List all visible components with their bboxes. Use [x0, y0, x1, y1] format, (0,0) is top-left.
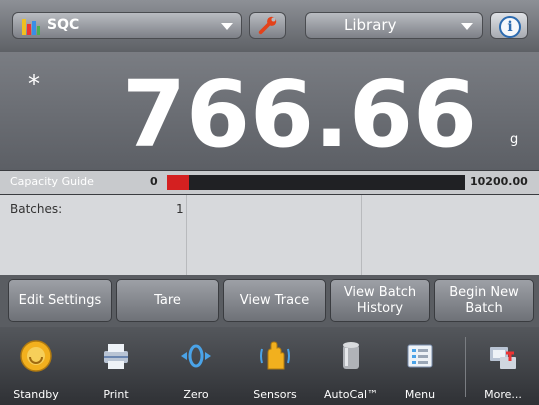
- more-button[interactable]: More...: [470, 327, 536, 405]
- standby-button[interactable]: Standby: [4, 327, 68, 405]
- weight-readout: 766.66: [121, 61, 477, 168]
- weight-unit[interactable]: g: [510, 132, 518, 147]
- sensors-button[interactable]: Sensors: [242, 327, 308, 405]
- menu-label: Menu: [404, 388, 436, 401]
- capacity-bar: [167, 175, 465, 190]
- print-button[interactable]: Print: [84, 327, 148, 405]
- action-bar: Edit Settings Tare View Trace View Batch…: [0, 275, 539, 327]
- bottom-nav: Standby Print Zero Sensors AutoCal™ Menu…: [0, 327, 539, 405]
- print-label: Print: [103, 388, 129, 401]
- menu-icon: [407, 344, 433, 368]
- edit-settings-button[interactable]: Edit Settings: [8, 279, 112, 322]
- settings-button[interactable]: [249, 12, 286, 39]
- begin-new-batch-button[interactable]: Begin New Batch: [434, 279, 534, 322]
- sensors-label: Sensors: [253, 388, 297, 401]
- bar-chart-icon: [22, 19, 40, 35]
- capacity-guide-label: Capacity Guide: [10, 175, 94, 188]
- standby-label: Standby: [13, 388, 59, 401]
- application-name: SQC: [47, 17, 80, 33]
- autocal-icon: [343, 342, 359, 369]
- weight-display: * 766.66 g: [0, 52, 539, 170]
- sensors-icon: [260, 341, 290, 370]
- info-icon: i: [499, 16, 521, 38]
- tare-button[interactable]: Tare: [116, 279, 219, 322]
- zero-label: Zero: [183, 388, 209, 401]
- capacity-guide: Capacity Guide 0 10200.00: [0, 171, 539, 194]
- capacity-min: 0: [150, 175, 158, 188]
- chevron-down-icon: [461, 23, 473, 30]
- grid-divider: [361, 195, 362, 275]
- chevron-down-icon: [221, 23, 233, 30]
- standby-icon: [20, 340, 52, 372]
- capacity-max: 10200.00: [470, 175, 528, 188]
- batches-value: 1: [176, 202, 184, 216]
- zero-icon: [181, 344, 211, 368]
- info-button[interactable]: i: [490, 12, 528, 39]
- application-selector[interactable]: SQC: [12, 12, 242, 39]
- library-label: Library: [344, 16, 397, 34]
- data-grid: Batches: 1: [0, 195, 539, 275]
- menu-button[interactable]: Menu: [388, 327, 452, 405]
- more-label: More...: [484, 388, 522, 401]
- stability-indicator: *: [28, 70, 40, 98]
- zero-button[interactable]: Zero: [164, 327, 228, 405]
- nav-divider: [465, 337, 466, 397]
- capacity-bar-fill: [167, 175, 190, 190]
- autocal-button[interactable]: AutoCal™: [316, 327, 386, 405]
- autocal-label: AutoCal™: [323, 388, 379, 401]
- batches-label: Batches:: [10, 202, 63, 216]
- more-icon: [490, 347, 516, 369]
- view-batch-history-button[interactable]: View Batch History: [330, 279, 430, 322]
- library-selector[interactable]: Library: [305, 12, 483, 39]
- wrench-icon: [258, 16, 277, 35]
- top-bar: SQC Library i: [0, 0, 539, 52]
- view-trace-button[interactable]: View Trace: [223, 279, 326, 322]
- print-icon: [104, 344, 128, 369]
- grid-divider: [186, 195, 187, 275]
